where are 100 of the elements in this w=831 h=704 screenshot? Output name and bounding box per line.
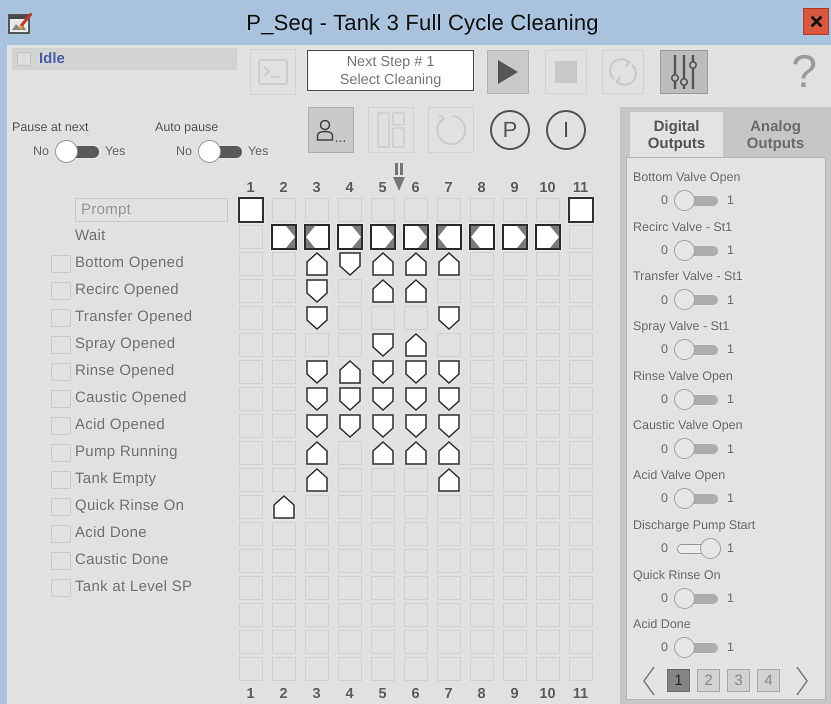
down-pointer-icon[interactable] (306, 386, 328, 410)
row-label: Caustic Done (75, 550, 169, 570)
checkbox[interactable] (51, 524, 71, 542)
play-button[interactable] (487, 50, 529, 94)
down-pointer-icon[interactable] (372, 360, 394, 384)
left-pointer-icon[interactable] (468, 224, 494, 250)
status-text: Idle (39, 48, 65, 69)
right-pointer-icon[interactable] (534, 224, 560, 250)
page-button[interactable]: 3 (727, 669, 750, 692)
down-pointer-icon[interactable] (404, 386, 426, 410)
column-number: 8 (477, 686, 486, 702)
checkbox[interactable] (51, 578, 71, 596)
output-label: Discharge Pump Start (633, 516, 756, 533)
right-pointer-icon[interactable] (402, 224, 428, 250)
sliders-button[interactable] (660, 50, 708, 94)
down-pointer-icon[interactable] (306, 360, 328, 384)
step-cell[interactable] (238, 196, 264, 222)
up-pointer-icon[interactable] (404, 278, 426, 302)
checkbox[interactable] (51, 444, 71, 462)
circled-letter-button[interactable]: P (490, 110, 530, 150)
down-pointer-icon[interactable] (404, 360, 426, 384)
down-pointer-icon[interactable] (404, 414, 426, 438)
grid-cell[interactable] (568, 224, 592, 248)
column-number: 7 (444, 180, 453, 196)
page-button[interactable]: 4 (757, 669, 780, 692)
checkbox[interactable] (51, 498, 71, 516)
output-label: Acid Valve Open (633, 467, 726, 484)
grid-cell[interactable] (238, 224, 262, 248)
row-label: Caustic Opened (75, 388, 187, 408)
column-number: 8 (477, 180, 486, 196)
row-label: Transfer Opened (75, 307, 192, 328)
right-pointer-icon[interactable] (270, 224, 296, 250)
close-button[interactable] (803, 8, 829, 35)
checkbox[interactable] (51, 254, 71, 272)
down-pointer-icon[interactable] (372, 414, 394, 438)
down-pointer-icon[interactable] (338, 386, 360, 410)
toggle-switch[interactable] (54, 140, 99, 163)
checkbox[interactable] (17, 52, 31, 66)
down-pointer-icon[interactable] (372, 332, 394, 356)
down-pointer-icon[interactable] (372, 386, 394, 410)
up-pointer-icon[interactable] (438, 252, 460, 276)
checkbox[interactable] (51, 336, 71, 354)
output-label: Rinse Valve Open (633, 368, 733, 384)
grid-cell[interactable] (502, 252, 526, 276)
toggle-switch[interactable] (198, 140, 242, 163)
down-pointer-icon[interactable] (438, 306, 460, 330)
checkbox[interactable] (51, 390, 71, 408)
stop-icon (555, 61, 577, 83)
right-pointer-icon[interactable] (370, 224, 396, 250)
up-pointer-icon[interactable] (338, 360, 360, 384)
prompt-field[interactable]: Prompt (75, 198, 228, 222)
left-pointer-icon[interactable] (304, 224, 330, 250)
checkbox[interactable] (51, 282, 71, 300)
up-pointer-icon[interactable] (438, 440, 460, 464)
tab[interactable]: Digital Outputs (630, 112, 723, 157)
grid-cell[interactable] (536, 252, 560, 276)
up-pointer-icon[interactable] (306, 468, 328, 492)
grid-cell[interactable] (272, 252, 296, 276)
window-pencil-icon (8, 10, 34, 34)
up-pointer-icon[interactable] (306, 252, 328, 276)
down-pointer-icon[interactable] (338, 414, 360, 438)
down-pointer-icon[interactable] (338, 252, 360, 276)
down-pointer-icon[interactable] (438, 386, 460, 410)
checkbox[interactable] (51, 362, 71, 380)
page-button[interactable]: 2 (697, 669, 720, 692)
right-pointer-icon[interactable] (336, 224, 362, 250)
tab[interactable]: Analog Outputs (723, 112, 828, 157)
row-label: Rinse Opened (75, 361, 174, 382)
switch-label: 1 (726, 192, 734, 210)
up-pointer-icon[interactable] (404, 332, 426, 356)
right-pointer-icon[interactable] (502, 224, 528, 250)
up-pointer-icon[interactable] (372, 440, 394, 464)
up-pointer-icon[interactable] (438, 468, 460, 492)
column-number: 10 (539, 686, 556, 702)
down-pointer-icon[interactable] (306, 306, 328, 330)
up-pointer-icon[interactable] (306, 440, 328, 464)
down-pointer-icon[interactable] (306, 414, 328, 438)
page-button[interactable]: 1 (667, 669, 690, 692)
column-number: 10 (539, 180, 556, 196)
checkbox[interactable] (51, 552, 71, 570)
option-label: Auto pause (155, 120, 220, 134)
chevron-right-icon[interactable] (796, 666, 808, 696)
up-pointer-icon[interactable] (272, 494, 294, 518)
up-pointer-icon[interactable] (404, 252, 426, 276)
up-pointer-icon[interactable] (372, 252, 394, 276)
left-pointer-icon[interactable] (436, 224, 462, 250)
down-pointer-icon[interactable] (306, 278, 328, 302)
help-button[interactable]: ? (791, 49, 817, 93)
down-pointer-icon[interactable] (438, 360, 460, 384)
checkbox[interactable] (51, 470, 71, 488)
circled-letter-button[interactable]: I (546, 110, 586, 150)
grid-cell[interactable] (470, 252, 494, 276)
up-pointer-icon[interactable] (372, 278, 394, 302)
operator-button[interactable]: ... (308, 107, 354, 153)
checkbox[interactable] (51, 308, 71, 326)
chevron-left-icon[interactable] (643, 666, 655, 696)
checkbox[interactable] (51, 416, 71, 434)
up-pointer-icon[interactable] (404, 440, 426, 464)
down-pointer-icon[interactable] (438, 414, 460, 438)
step-cell[interactable] (568, 196, 594, 222)
